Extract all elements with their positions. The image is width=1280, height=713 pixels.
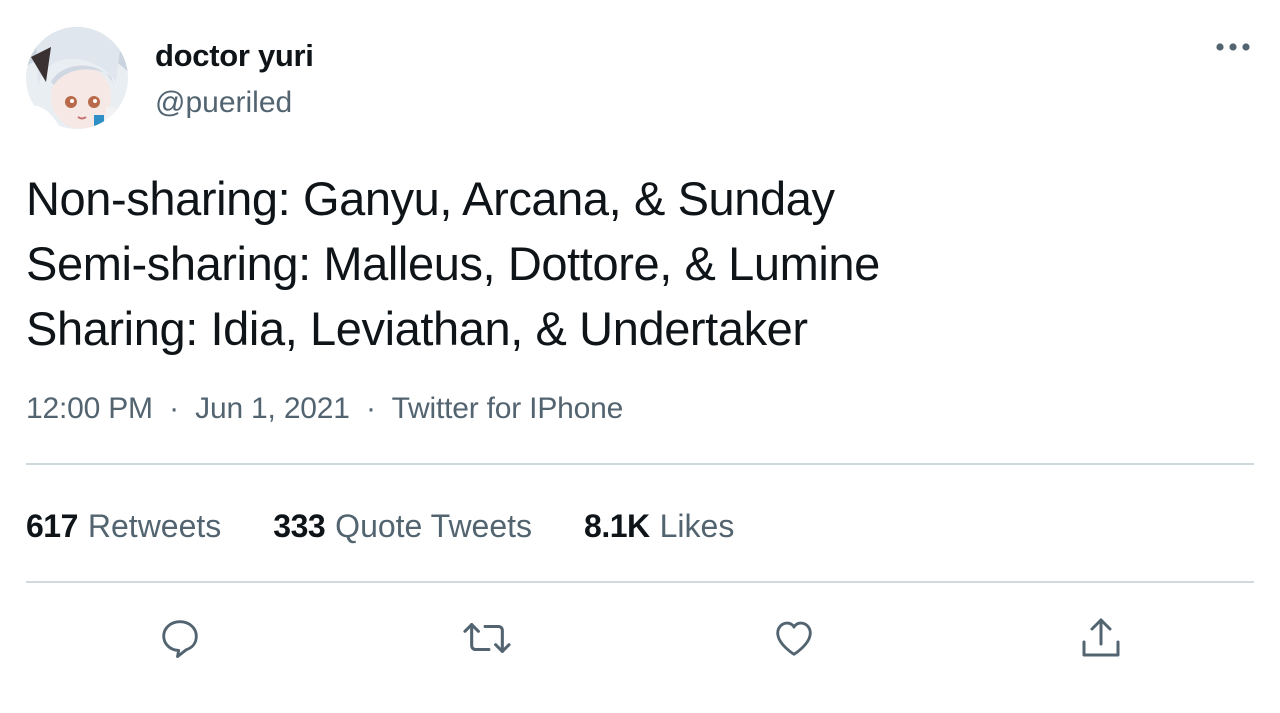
like-icon <box>776 621 812 656</box>
tweet-stats: 617 Retweets 333 Quote Tweets 8.1K Likes <box>26 508 786 545</box>
share-icon <box>1082 618 1120 657</box>
quote-tweets-label: Quote Tweets <box>335 508 533 544</box>
tweet-source[interactable]: Twitter for IPhone <box>392 392 624 425</box>
tweet-line: Sharing: Idia, Leviathan, & Undertaker <box>26 302 808 355</box>
share-button[interactable] <box>1073 610 1129 666</box>
tweet-text: Non-sharing: Ganyu, Arcana, & Sunday Sem… <box>26 166 1246 361</box>
tweet-line: Non-sharing: Ganyu, Arcana, & Sunday <box>26 172 835 225</box>
retweet-icon <box>463 623 511 653</box>
reply-icon <box>162 620 198 659</box>
more-options-button[interactable] <box>1208 32 1258 62</box>
likes-stat[interactable]: 8.1K Likes <box>584 508 734 545</box>
tweet-action-bar <box>0 610 1280 666</box>
retweets-label: Retweets <box>87 508 222 544</box>
divider <box>26 581 1254 583</box>
meta-separator: · <box>160 392 188 425</box>
like-button[interactable] <box>766 610 822 666</box>
author-handle[interactable]: @pueriled <box>155 86 292 120</box>
tweet-date[interactable]: Jun 1, 2021 <box>195 392 350 425</box>
tweet-line: Semi-sharing: Malleus, Dottore, & Lumine <box>26 237 880 290</box>
meta-separator: · <box>357 392 384 425</box>
quote-tweets-count: 333 <box>273 508 326 544</box>
likes-label: Likes <box>659 508 735 544</box>
divider <box>26 463 1254 465</box>
reply-button[interactable] <box>152 610 208 666</box>
likes-count: 8.1K <box>584 508 650 544</box>
tweet-metadata: 12:00 PM · Jun 1, 2021 · Twitter for IPh… <box>26 392 623 426</box>
retweets-count: 617 <box>26 508 78 544</box>
quote-tweets-stat[interactable]: 333 Quote Tweets <box>273 508 532 545</box>
retweets-stat[interactable]: 617 Retweets <box>26 508 221 545</box>
author-display-name[interactable]: doctor yuri <box>155 38 314 74</box>
retweet-button[interactable] <box>459 610 515 666</box>
more-icon <box>1216 43 1250 51</box>
avatar[interactable] <box>26 27 128 129</box>
tweet-time[interactable]: 12:00 PM <box>26 392 153 425</box>
avatar-image <box>26 27 128 129</box>
